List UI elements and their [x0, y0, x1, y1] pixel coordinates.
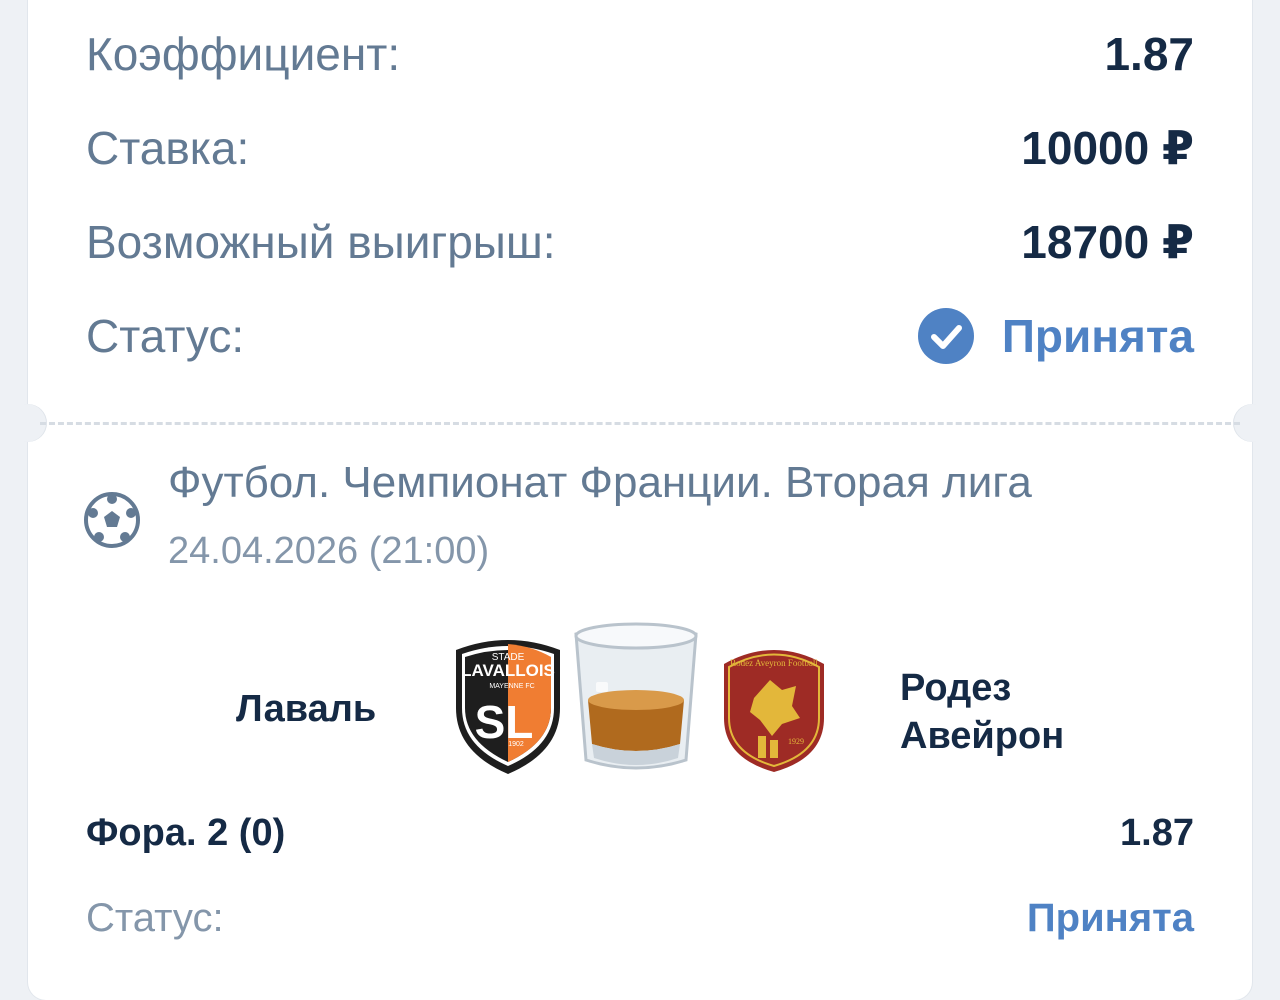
soccer-ball-icon	[84, 492, 140, 548]
svg-text:LAVALLOIS: LAVALLOIS	[461, 661, 555, 680]
whiskey-glass-icon	[574, 622, 698, 770]
home-team-logo: STADE LAVALLOIS MAYENNE FC SL 1902	[456, 640, 560, 774]
league-title: Футбол. Чемпионат Франции. Вторая лига	[168, 458, 1032, 507]
possible-win-label: Возможный выигрыш:	[86, 216, 556, 268]
stake-row: Ставка: 10000 ₽	[86, 118, 1194, 178]
market-odds: 1.87	[1120, 812, 1194, 854]
status-label: Статус:	[86, 310, 245, 362]
stake-value: 10000 ₽	[1021, 122, 1194, 174]
possible-win-row: Возможный выигрыш: 18700 ₽	[86, 212, 1194, 272]
status-value: Принята	[1001, 310, 1194, 362]
home-team-name: Лаваль	[236, 688, 377, 730]
odds-row: Коэффициент: 1.87	[86, 24, 1194, 84]
odds-label: Коэффициент:	[86, 28, 401, 80]
stake-label: Ставка:	[86, 122, 250, 174]
status-row: Статус: Принята	[86, 306, 1194, 366]
svg-text:Rodez Aveyron Football: Rodez Aveyron Football	[730, 658, 818, 668]
market-name: Фора. 2 (0)	[86, 812, 286, 854]
away-team-name: Родез Авейрон	[900, 667, 1065, 757]
event-datetime: 24.04.2026 (21:00)	[168, 530, 490, 572]
svg-text:1902: 1902	[508, 741, 524, 748]
event-status-label: Статус:	[86, 896, 224, 940]
svg-text:SL: SL	[475, 696, 534, 748]
check-circle-icon	[917, 308, 974, 364]
dashed-divider	[40, 422, 1240, 425]
svg-text:MAYENNE FC: MAYENNE FC	[489, 683, 534, 690]
event-status-value: Принята	[1026, 896, 1194, 940]
status-value-wrap: Принята	[917, 308, 1194, 364]
away-team-logo: Rodez Aveyron Football 1929	[724, 650, 824, 772]
odds-value: 1.87	[1104, 28, 1194, 80]
svg-text:1929: 1929	[788, 737, 804, 746]
possible-win-value: 18700 ₽	[1021, 216, 1194, 268]
